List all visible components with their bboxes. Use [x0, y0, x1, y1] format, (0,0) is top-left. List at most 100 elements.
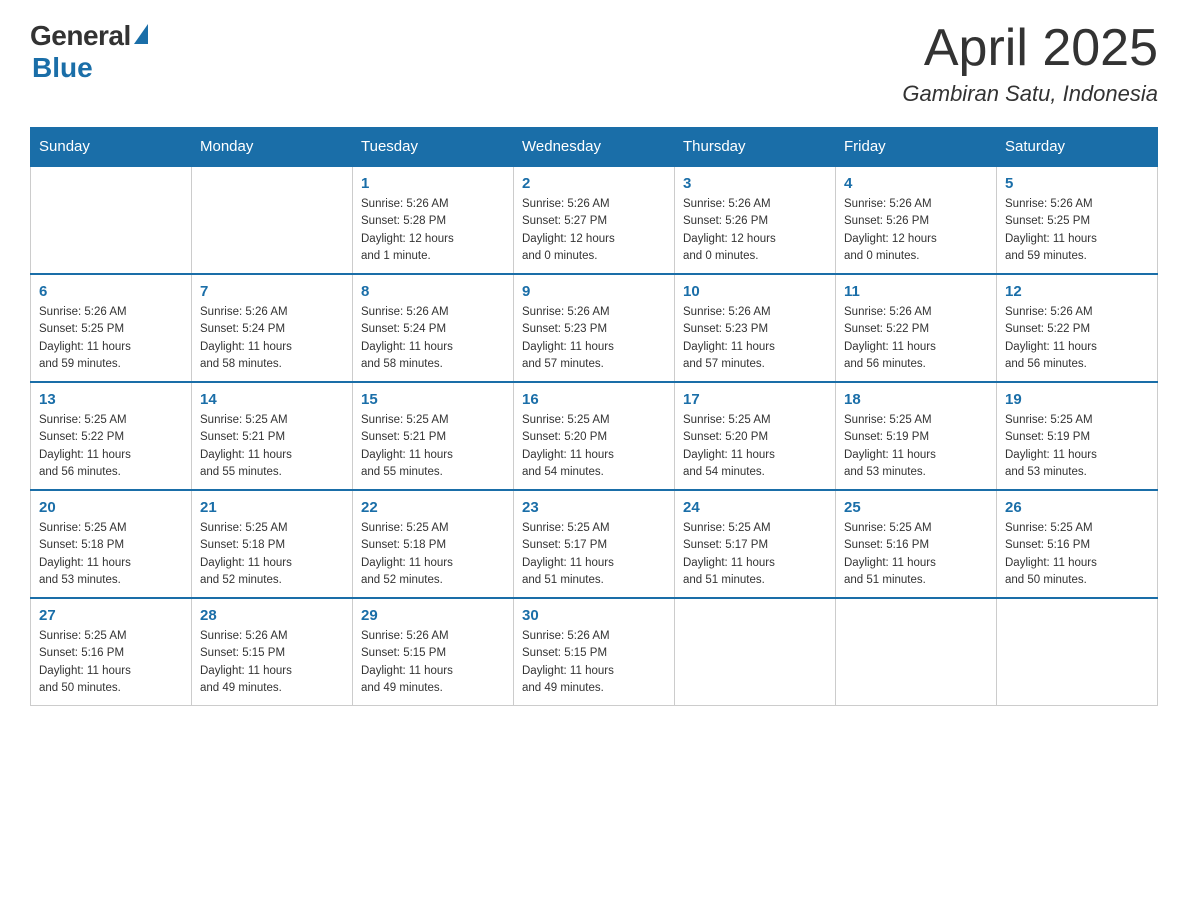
- week-row-4: 20 Sunrise: 5:25 AM Sunset: 5:18 PM Dayli…: [31, 490, 1158, 598]
- day-number: 29: [361, 607, 505, 624]
- week-row-3: 13 Sunrise: 5:25 AM Sunset: 5:22 PM Dayli…: [31, 382, 1158, 490]
- week-row-5: 27Sunrise: 5:25 AM Sunset: 5:16 PM Dayli…: [31, 598, 1158, 706]
- calendar-cell: [836, 598, 997, 706]
- day-number: 14: [200, 391, 344, 408]
- calendar-cell: 29Sunrise: 5:26 AM Sunset: 5:15 PM Dayli…: [353, 598, 514, 706]
- calendar-cell: 25Sunrise: 5:25 AM Sunset: 5:16 PM Dayli…: [836, 490, 997, 598]
- day-number: 12: [1005, 283, 1149, 300]
- day-number: 10: [683, 283, 827, 300]
- day-info: Sunrise: 5:25 AM Sunset: 5:21 PM Dayligh…: [361, 412, 505, 481]
- calendar-cell: 11 Sunrise: 5:26 AM Sunset: 5:22 PM Dayli…: [836, 274, 997, 382]
- day-number: 5: [1005, 175, 1149, 192]
- day-info: Sunrise: 5:25 AM Sunset: 5:17 PM Dayligh…: [522, 520, 666, 589]
- calendar-cell: 8 Sunrise: 5:26 AM Sunset: 5:24 PM Daylig…: [353, 274, 514, 382]
- calendar-cell: 1Sunrise: 5:26 AM Sunset: 5:28 PM Daylig…: [353, 166, 514, 274]
- calendar-cell: 21 Sunrise: 5:25 AM Sunset: 5:18 PM Dayli…: [192, 490, 353, 598]
- day-number: 20: [39, 499, 183, 516]
- day-number: 11: [844, 283, 988, 300]
- day-info: Sunrise: 5:25 AM Sunset: 5:19 PM Dayligh…: [844, 412, 988, 481]
- calendar-cell: 19Sunrise: 5:25 AM Sunset: 5:19 PM Dayli…: [997, 382, 1158, 490]
- calendar-cell: 4 Sunrise: 5:26 AM Sunset: 5:26 PM Daylig…: [836, 166, 997, 274]
- day-info: Sunrise: 5:26 AM Sunset: 5:26 PM Dayligh…: [844, 196, 988, 265]
- day-info: Sunrise: 5:25 AM Sunset: 5:18 PM Dayligh…: [200, 520, 344, 589]
- calendar-cell: [997, 598, 1158, 706]
- calendar-cell: 17 Sunrise: 5:25 AM Sunset: 5:20 PM Dayli…: [675, 382, 836, 490]
- calendar-cell: 3Sunrise: 5:26 AM Sunset: 5:26 PM Daylig…: [675, 166, 836, 274]
- day-number: 16: [522, 391, 666, 408]
- title-section: April 2025 Gambiran Satu, Indonesia: [902, 20, 1158, 107]
- day-info: Sunrise: 5:26 AM Sunset: 5:15 PM Dayligh…: [200, 628, 344, 697]
- day-number: 26: [1005, 499, 1149, 516]
- logo-blue-text: Blue: [32, 52, 93, 84]
- calendar-cell: 7 Sunrise: 5:26 AM Sunset: 5:24 PM Daylig…: [192, 274, 353, 382]
- day-number: 25: [844, 499, 988, 516]
- weekday-header-wednesday: Wednesday: [514, 128, 675, 167]
- day-info: Sunrise: 5:26 AM Sunset: 5:28 PM Dayligh…: [361, 196, 505, 265]
- day-number: 4: [844, 175, 988, 192]
- calendar-cell: [675, 598, 836, 706]
- logo-triangle-icon: [134, 24, 148, 44]
- week-row-1: 1Sunrise: 5:26 AM Sunset: 5:28 PM Daylig…: [31, 166, 1158, 274]
- day-number: 24: [683, 499, 827, 516]
- day-info: Sunrise: 5:25 AM Sunset: 5:20 PM Dayligh…: [522, 412, 666, 481]
- day-number: 21: [200, 499, 344, 516]
- day-info: Sunrise: 5:26 AM Sunset: 5:15 PM Dayligh…: [522, 628, 666, 697]
- calendar-cell: 14Sunrise: 5:25 AM Sunset: 5:21 PM Dayli…: [192, 382, 353, 490]
- day-info: Sunrise: 5:25 AM Sunset: 5:18 PM Dayligh…: [361, 520, 505, 589]
- calendar-cell: 16 Sunrise: 5:25 AM Sunset: 5:20 PM Dayli…: [514, 382, 675, 490]
- calendar-cell: 18 Sunrise: 5:25 AM Sunset: 5:19 PM Dayli…: [836, 382, 997, 490]
- day-number: 3: [683, 175, 827, 192]
- calendar-cell: 12 Sunrise: 5:26 AM Sunset: 5:22 PM Dayli…: [997, 274, 1158, 382]
- weekday-header-sunday: Sunday: [31, 128, 192, 167]
- calendar-header-row: SundayMondayTuesdayWednesdayThursdayFrid…: [31, 128, 1158, 167]
- day-info: Sunrise: 5:25 AM Sunset: 5:19 PM Dayligh…: [1005, 412, 1149, 481]
- calendar-cell: 5 Sunrise: 5:26 AM Sunset: 5:25 PM Daylig…: [997, 166, 1158, 274]
- calendar-cell: [192, 166, 353, 274]
- logo-general-text: General: [30, 20, 131, 52]
- calendar-cell: 13 Sunrise: 5:25 AM Sunset: 5:22 PM Dayli…: [31, 382, 192, 490]
- calendar-cell: [31, 166, 192, 274]
- day-number: 7: [200, 283, 344, 300]
- day-info: Sunrise: 5:26 AM Sunset: 5:25 PM Dayligh…: [39, 304, 183, 373]
- calendar-cell: 23 Sunrise: 5:25 AM Sunset: 5:17 PM Dayli…: [514, 490, 675, 598]
- weekday-header-thursday: Thursday: [675, 128, 836, 167]
- weekday-header-monday: Monday: [192, 128, 353, 167]
- day-number: 15: [361, 391, 505, 408]
- day-info: Sunrise: 5:25 AM Sunset: 5:16 PM Dayligh…: [1005, 520, 1149, 589]
- day-number: 9: [522, 283, 666, 300]
- day-info: Sunrise: 5:25 AM Sunset: 5:17 PM Dayligh…: [683, 520, 827, 589]
- day-number: 30: [522, 607, 666, 624]
- calendar-cell: 9Sunrise: 5:26 AM Sunset: 5:23 PM Daylig…: [514, 274, 675, 382]
- weekday-header-saturday: Saturday: [997, 128, 1158, 167]
- day-info: Sunrise: 5:25 AM Sunset: 5:22 PM Dayligh…: [39, 412, 183, 481]
- calendar-cell: 24 Sunrise: 5:25 AM Sunset: 5:17 PM Dayli…: [675, 490, 836, 598]
- day-info: Sunrise: 5:26 AM Sunset: 5:22 PM Dayligh…: [1005, 304, 1149, 373]
- weekday-header-friday: Friday: [836, 128, 997, 167]
- day-number: 23: [522, 499, 666, 516]
- day-info: Sunrise: 5:25 AM Sunset: 5:20 PM Dayligh…: [683, 412, 827, 481]
- page-header: General Blue April 2025 Gambiran Satu, I…: [30, 20, 1158, 107]
- day-info: Sunrise: 5:26 AM Sunset: 5:24 PM Dayligh…: [361, 304, 505, 373]
- calendar-cell: 6 Sunrise: 5:26 AM Sunset: 5:25 PM Daylig…: [31, 274, 192, 382]
- day-number: 2: [522, 175, 666, 192]
- logo: General Blue: [30, 20, 148, 84]
- day-number: 6: [39, 283, 183, 300]
- day-number: 17: [683, 391, 827, 408]
- day-info: Sunrise: 5:26 AM Sunset: 5:24 PM Dayligh…: [200, 304, 344, 373]
- day-number: 13: [39, 391, 183, 408]
- day-number: 8: [361, 283, 505, 300]
- week-row-2: 6 Sunrise: 5:26 AM Sunset: 5:25 PM Daylig…: [31, 274, 1158, 382]
- day-number: 28: [200, 607, 344, 624]
- day-info: Sunrise: 5:26 AM Sunset: 5:22 PM Dayligh…: [844, 304, 988, 373]
- day-number: 22: [361, 499, 505, 516]
- day-number: 18: [844, 391, 988, 408]
- month-title: April 2025: [902, 20, 1158, 77]
- day-info: Sunrise: 5:25 AM Sunset: 5:16 PM Dayligh…: [39, 628, 183, 697]
- day-info: Sunrise: 5:26 AM Sunset: 5:23 PM Dayligh…: [683, 304, 827, 373]
- calendar-cell: 27Sunrise: 5:25 AM Sunset: 5:16 PM Dayli…: [31, 598, 192, 706]
- calendar-cell: 2Sunrise: 5:26 AM Sunset: 5:27 PM Daylig…: [514, 166, 675, 274]
- day-info: Sunrise: 5:26 AM Sunset: 5:25 PM Dayligh…: [1005, 196, 1149, 265]
- weekday-header-tuesday: Tuesday: [353, 128, 514, 167]
- calendar-table: SundayMondayTuesdayWednesdayThursdayFrid…: [30, 127, 1158, 706]
- calendar-cell: 20Sunrise: 5:25 AM Sunset: 5:18 PM Dayli…: [31, 490, 192, 598]
